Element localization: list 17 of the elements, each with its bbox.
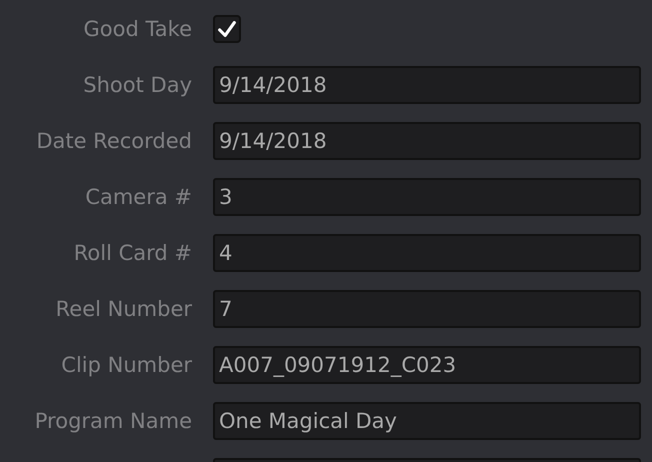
checkbox[interactable] — [213, 15, 241, 43]
input-field[interactable]: 4 — [213, 234, 641, 272]
field-label: Roll Card # — [72, 241, 192, 265]
input-field[interactable]: 3 — [213, 178, 641, 216]
checkmark-icon — [216, 18, 238, 40]
input-field[interactable]: 9/14/2018 — [213, 122, 641, 160]
input-field[interactable]: 9/14/2018 — [213, 66, 641, 104]
field-label: Good Take — [82, 17, 192, 41]
field-label: Reel Number — [54, 297, 192, 321]
field-label: Shoot Day — [82, 73, 192, 97]
input-field[interactable]: 7 — [213, 290, 641, 328]
field-label: Date Recorded — [35, 129, 192, 153]
field-label: Camera # — [84, 185, 192, 209]
input-field[interactable]: A007_09071912_C023 — [213, 346, 641, 384]
field-label: Clip Number — [60, 353, 192, 377]
field-label: Program Name — [34, 409, 192, 433]
input-field[interactable]: One Magical Day — [213, 402, 641, 440]
